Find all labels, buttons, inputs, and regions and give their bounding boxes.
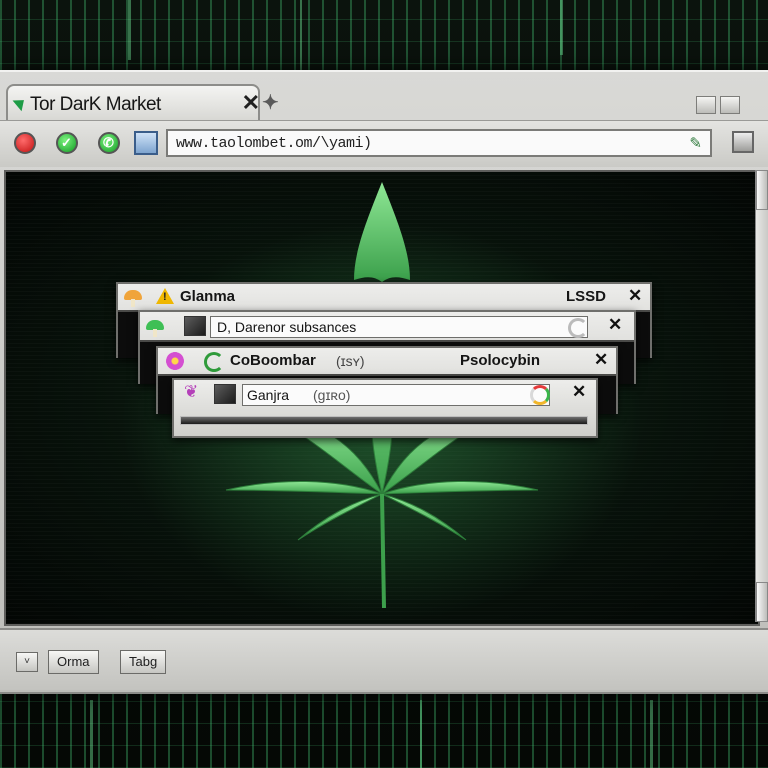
close-icon[interactable]: ✕ bbox=[608, 315, 622, 335]
substance-field[interactable]: D, Darenor subsances bbox=[210, 316, 588, 338]
field-text: D, Darenor subsances bbox=[217, 319, 357, 335]
window-controls bbox=[696, 96, 740, 114]
field-text: Ganjra bbox=[247, 387, 290, 403]
menu-button[interactable] bbox=[732, 131, 754, 153]
check-icon: ✓ bbox=[61, 135, 72, 150]
tab-favicon-icon bbox=[12, 94, 29, 112]
new-tab-icon[interactable]: ✦ bbox=[262, 90, 279, 115]
green-ring-icon bbox=[204, 352, 224, 372]
stop-button[interactable] bbox=[14, 132, 36, 154]
back-button[interactable]: ✓ bbox=[56, 132, 78, 154]
matrix-streak bbox=[300, 0, 302, 70]
progress-bar bbox=[180, 416, 588, 425]
mushroom-icon bbox=[146, 320, 164, 337]
matrix-streak bbox=[128, 0, 131, 60]
browser-toolbar: ✓ ✆ www.taolombet.om/\yami) ✎ bbox=[0, 120, 768, 167]
dialog-title: CoBoombar bbox=[230, 352, 316, 369]
tab-title: Tor DarK Market bbox=[30, 94, 161, 115]
dialog-title: Glanma bbox=[180, 288, 236, 305]
dialog-right-label: Psolocybin bbox=[460, 352, 541, 369]
hand-icon: ❦ bbox=[184, 382, 199, 401]
url-text: www.taolombet.om/\yami) bbox=[176, 135, 372, 152]
browser-tab[interactable]: Tor DarK Market ✕ bbox=[6, 84, 260, 120]
loading-icon bbox=[568, 318, 588, 338]
page-viewport: Glanma LSSD ✕ D, Darenor subsances ✕ CoB… bbox=[4, 170, 760, 626]
dropdown-button[interactable]: ˅ bbox=[16, 652, 38, 672]
address-bar[interactable]: www.taolombet.om/\yami) ✎ bbox=[166, 129, 712, 157]
matrix-streak bbox=[420, 700, 422, 768]
popup-dialog-ganja: ❦ Ganjra (ɡɪʀo) ✕ bbox=[172, 378, 598, 438]
matrix-streak bbox=[650, 700, 653, 768]
forward-button[interactable]: ✆ bbox=[98, 132, 120, 154]
close-icon[interactable]: ✕ bbox=[572, 382, 586, 402]
phone-icon: ✆ bbox=[103, 135, 114, 150]
close-icon[interactable]: ✕ bbox=[594, 350, 608, 370]
vertical-scrollbar[interactable] bbox=[755, 170, 768, 622]
thumbnail-image bbox=[214, 384, 236, 404]
close-icon[interactable]: ✕ bbox=[628, 286, 642, 306]
mushroom-icon bbox=[124, 290, 142, 307]
edit-icon[interactable]: ✎ bbox=[689, 134, 702, 152]
minimize-button[interactable] bbox=[696, 96, 716, 114]
spinner-icon bbox=[530, 385, 550, 405]
maximize-button[interactable] bbox=[720, 96, 740, 114]
thumbnail-image bbox=[184, 316, 206, 336]
ganja-field[interactable]: Ganjra (ɡɪʀo) bbox=[242, 384, 550, 406]
home-button[interactable] bbox=[134, 131, 158, 155]
warning-icon bbox=[156, 288, 174, 304]
status-button-tabg[interactable]: Tabg bbox=[120, 650, 167, 674]
status-button-orma[interactable]: Orma bbox=[48, 650, 99, 674]
scroll-thumb-bottom[interactable] bbox=[756, 582, 768, 622]
status-bar: ˅ Orma Tabg bbox=[0, 628, 768, 690]
flower-icon bbox=[166, 352, 184, 370]
field-sub-text: (ɡɪʀo) bbox=[313, 387, 351, 403]
tab-close-icon[interactable]: ✕ bbox=[242, 90, 260, 116]
matrix-streak bbox=[90, 700, 93, 768]
scroll-thumb[interactable] bbox=[756, 170, 768, 210]
matrix-streak bbox=[560, 0, 563, 55]
browser-window: Tor DarK Market ✕ ✦ ✓ ✆ www.taolombet.om… bbox=[0, 70, 768, 694]
dialog-sub-label: (ɪsʏ) bbox=[336, 353, 365, 369]
dialog-right-label: LSSD bbox=[566, 288, 607, 305]
